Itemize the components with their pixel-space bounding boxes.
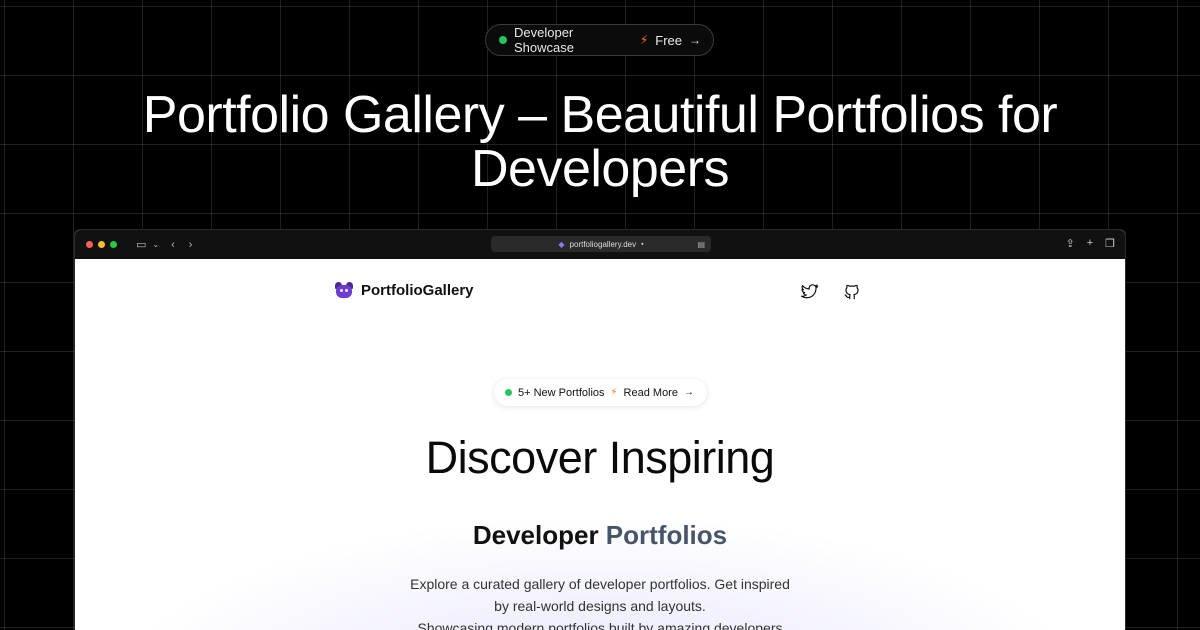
arrow-right-icon: → <box>689 33 701 47</box>
lock-icon: ▪ <box>641 240 644 248</box>
share-icon[interactable]: ⇪ <box>1065 237 1074 250</box>
close-window-button[interactable] <box>86 241 93 248</box>
hero-title-line1: Portfolio Gallery – Beautiful Portfolios… <box>142 86 1058 144</box>
developer-showcase-badge[interactable]: Developer Showcase ⚡ Free → <box>485 24 714 56</box>
twitter-icon[interactable] <box>801 283 819 301</box>
hero-title: Portfolio Gallery – Beautiful Portfolios… <box>0 88 1200 196</box>
new-portfolios-badge[interactable]: 5+ New Portfolios ⚡ Read More → <box>494 379 707 406</box>
sub-headline: Developer Portfolios <box>75 518 1125 552</box>
browser-window: ▭ ⌄ ‹ › ◆ portfoliogallery.dev ▪ ▤ ⇪ + ❐… <box>74 229 1126 630</box>
logo-mascot-icon <box>334 281 354 299</box>
hero-description: Explore a curated gallery of developer p… <box>75 573 1125 630</box>
site-logo[interactable]: PortfolioGallery <box>334 281 474 299</box>
tab-overview-icon[interactable]: ❐ <box>1105 237 1115 250</box>
badge-label: Developer Showcase <box>514 25 574 55</box>
description-line2: by real-world designs and layouts. <box>494 598 706 614</box>
badge-label: 5+ New Portfolios <box>518 386 605 399</box>
hero-title-line2: Developers <box>470 140 730 198</box>
arrow-right-icon: → <box>683 387 694 398</box>
forward-icon[interactable]: › <box>189 239 193 251</box>
bolt-icon: ⚡ <box>639 33 649 47</box>
main-headline: Discover Inspiring <box>425 432 775 483</box>
bolt-icon: ⚡ <box>610 387 618 398</box>
minimize-window-button[interactable] <box>98 241 105 248</box>
address-bar[interactable]: ◆ portfoliogallery.dev ▪ ▤ <box>491 236 711 252</box>
badge-cta: Free <box>655 32 682 48</box>
read-more-link[interactable]: Read More <box>624 387 678 399</box>
status-dot <box>499 36 507 44</box>
back-icon[interactable]: ‹ <box>171 239 175 251</box>
logo-text: PortfolioGallery <box>361 281 474 299</box>
site-favicon-icon: ◆ <box>558 239 565 249</box>
sub-headline-part2: Portfolios <box>605 520 728 550</box>
github-icon[interactable] <box>843 283 861 301</box>
maximize-window-button[interactable] <box>110 241 117 248</box>
reader-mode-icon[interactable]: ▤ <box>697 240 705 249</box>
status-dot <box>505 389 512 396</box>
description-line1: Explore a curated gallery of developer p… <box>410 576 790 592</box>
sidebar-toggle-icon[interactable]: ▭ <box>136 238 146 251</box>
chevron-down-icon[interactable]: ⌄ <box>152 240 159 249</box>
description-line3: Showcasing modern portfolios built by am… <box>417 620 783 630</box>
browser-toolbar: ▭ ⌄ ‹ › ◆ portfoliogallery.dev ▪ ▤ ⇪ + ❐ <box>75 230 1125 259</box>
sub-headline-part1: Developer <box>472 520 606 550</box>
new-tab-icon[interactable]: + <box>1087 237 1093 250</box>
website-page: PortfolioGallery 5+ New Portfolios ⚡ Rea… <box>75 259 1125 630</box>
url-text: portfoliogallery.dev <box>569 239 637 249</box>
